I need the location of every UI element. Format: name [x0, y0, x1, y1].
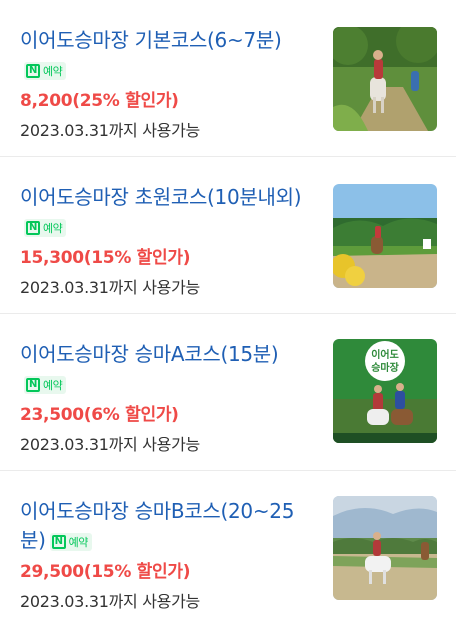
naver-n-icon: N [51, 535, 66, 549]
item-title[interactable]: 이어도승마장 기본코스(6~7분) N 예약 [20, 26, 310, 84]
badge-label: 예약 [43, 378, 63, 392]
svg-text:승마장: 승마장 [371, 361, 399, 374]
item-expiry: 2023.03.31까지 사용가능 [20, 121, 200, 140]
item-text: 이어도승마장 초원코스(10분내외) N 예약 15,300(15% 할인가) 20… [20, 183, 310, 298]
naver-n-icon: N [26, 64, 40, 78]
item-thumbnail[interactable] [333, 184, 437, 288]
product-list: 이어도승마장 기본코스(6~7분) N 예약 8,200(25% 할인가) 2023… [0, 0, 456, 628]
item-title[interactable]: 이어도승마장 승마B코스(20~25분) N 예약 [20, 497, 310, 555]
badge-label: 예약 [68, 535, 89, 549]
badge-label: 예약 [43, 221, 63, 235]
item-thumbnail[interactable] [333, 496, 437, 600]
reservation-badge: N 예약 [49, 533, 92, 551]
item-thumbnail[interactable] [333, 27, 437, 131]
item-text: 이어도승마장 승마B코스(20~25분) N 예약 29,500(15% 할인가) … [20, 497, 310, 612]
item-price: 8,200(25% 할인가) [20, 91, 179, 111]
list-item[interactable]: 이어도승마장 초원코스(10분내외) N 예약 15,300(15% 할인가) 20… [0, 157, 456, 314]
naver-n-icon: N [26, 378, 40, 392]
naver-n-icon: N [26, 221, 40, 235]
item-title[interactable]: 이어도승마장 초원코스(10분내외) N 예약 [20, 183, 310, 241]
reservation-badge: N 예약 [24, 376, 67, 394]
item-price: 15,300(15% 할인가) [20, 248, 191, 268]
item-title-text[interactable]: 이어도승마장 초원코스(10분내외) [20, 185, 302, 209]
thumbnail-logo: 이어도 [371, 348, 399, 361]
reservation-badge: N 예약 [24, 219, 67, 237]
item-title-text[interactable]: 이어도승마장 승마A코스(15분) [20, 342, 279, 366]
item-expiry: 2023.03.31까지 사용가능 [20, 278, 200, 297]
item-title-text[interactable]: 이어도승마장 기본코스(6~7분) [20, 28, 282, 52]
reservation-badge: N 예약 [24, 62, 67, 80]
list-item[interactable]: 이어도승마장 승마B코스(20~25분) N 예약 29,500(15% 할인가) … [0, 471, 456, 628]
item-expiry: 2023.03.31까지 사용가능 [20, 592, 200, 611]
badge-label: 예약 [43, 64, 63, 78]
item-expiry: 2023.03.31까지 사용가능 [20, 435, 200, 454]
item-thumbnail[interactable]: 이어도 승마장 [333, 339, 437, 443]
item-price: 23,500(6% 할인가) [20, 405, 179, 425]
list-item[interactable]: 이어도승마장 승마A코스(15분) N 예약 23,500(6% 할인가) 2023… [0, 314, 456, 471]
item-price: 29,500(15% 할인가) [20, 562, 191, 582]
item-title[interactable]: 이어도승마장 승마A코스(15분) N 예약 [20, 340, 310, 398]
item-text: 이어도승마장 승마A코스(15분) N 예약 23,500(6% 할인가) 2023… [20, 340, 310, 455]
list-item[interactable]: 이어도승마장 기본코스(6~7분) N 예약 8,200(25% 할인가) 2023… [0, 0, 456, 157]
item-text: 이어도승마장 기본코스(6~7분) N 예약 8,200(25% 할인가) 2023… [20, 26, 310, 141]
